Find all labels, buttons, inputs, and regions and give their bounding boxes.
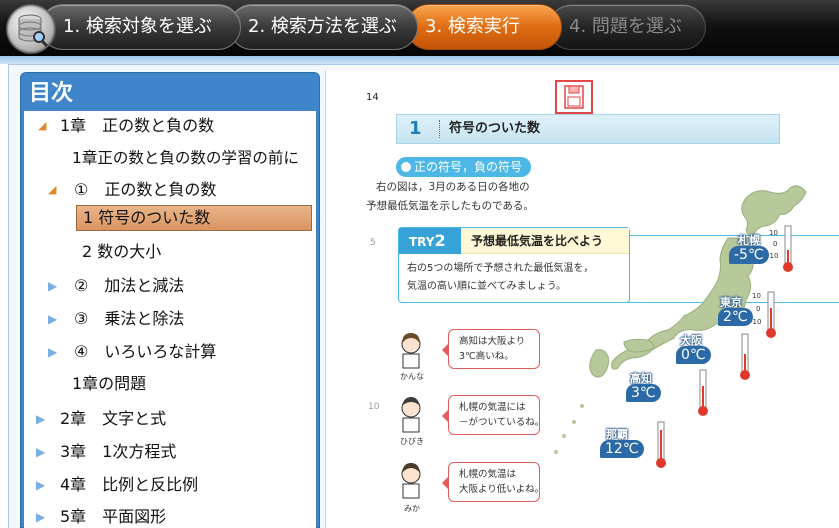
tick-label: 0: [756, 305, 761, 313]
step-3-execute-search[interactable]: 3. 検索実行: [406, 4, 562, 50]
toc-item-chapter-1-intro[interactable]: 1章正の数と負の数の学習の前に: [24, 143, 316, 173]
toc-title: 目次: [29, 81, 74, 106]
toc-item-section-2[interactable]: ▶ ② 加法と減法: [24, 271, 316, 301]
thermometer-sapporo: [783, 225, 793, 272]
toc-item-section-1[interactable]: ◢ ① 正の数と負の数: [24, 175, 316, 205]
save-page-icon[interactable]: [555, 80, 593, 114]
boy-hibiki-illustration: [401, 397, 421, 433]
toc-item-label: ④ いろいろな計算: [74, 342, 217, 361]
thermometer-kochi: [698, 369, 708, 416]
toc-item-section-4[interactable]: ▶ ④ いろいろな計算: [24, 337, 316, 367]
speech-line: －がついているね。: [459, 417, 545, 428]
collapsed-triangle-icon[interactable]: ▶: [48, 271, 57, 301]
app-window: 1. 検索対象を選ぶ 2. 検索方法を選ぶ 3. 検索実行 4. 問題を選ぶ 目…: [0, 0, 839, 528]
city-temp-sapporo: -5℃: [729, 246, 769, 264]
speech-line: 大阪より低いよね。: [459, 484, 545, 495]
intro-line-2: 予想最低気温を示したものである。: [366, 200, 534, 212]
city-temp-kochi: 3℃: [626, 384, 661, 402]
thermometer-osaka: [740, 333, 750, 380]
page-number: 14: [366, 92, 379, 103]
topic-pill: 正の符号，負の符号: [396, 157, 531, 177]
try-badge-number: 2: [434, 231, 446, 250]
toc-item-label: ② 加法と減法: [74, 276, 185, 295]
expanded-triangle-icon[interactable]: ◢: [48, 175, 56, 205]
toc-item-label: ① 正の数と負の数: [74, 180, 217, 199]
collapsed-triangle-icon[interactable]: ▶: [36, 437, 45, 467]
toc-panel: 目次 ◢ 1章 正の数と負の数 1章正の数と負の数の学習の前に ◢ ① 正の数と…: [20, 72, 320, 528]
speech-bubble-kanna: 高知は大阪より 3℃高いね。: [442, 329, 540, 369]
city-temp-naha: 12℃: [600, 440, 644, 458]
thermometer-naha: [656, 421, 666, 468]
line-mark-10: 10: [368, 402, 380, 412]
toc-item-chapter-2[interactable]: ▶ 2章 文字と式: [24, 404, 316, 434]
toc-item-number-magnitude[interactable]: 2 数の大小: [24, 237, 316, 267]
speech-bubble-mika: 札幌の気温は 大阪より低いよね。: [442, 462, 545, 502]
step-4-select-question: 4. 問題を選ぶ: [548, 4, 706, 50]
toc-item-signed-numbers-selected[interactable]: 1 符号のついた数: [76, 205, 312, 231]
toc-item-label: 2 数の大小: [82, 242, 162, 261]
header-divider: [0, 56, 839, 64]
database-search-icon[interactable]: [6, 4, 56, 54]
tick-label: -10: [767, 252, 779, 260]
section-title: 符号のついた数: [449, 121, 541, 136]
toc-item-label: ③ 乗法と除法: [74, 309, 185, 328]
toc-item-chapter-3[interactable]: ▶ 3章 1次方程式: [24, 437, 316, 467]
toc-item-label: 1章 正の数と負の数: [60, 116, 215, 135]
expanded-triangle-icon[interactable]: ◢: [38, 111, 46, 141]
speaker-name-mika: みか: [404, 504, 420, 513]
textbook-page-view: 14 1 符号のついた数 正の符号，負の符号 右の図は，3月のある日の各地の 予…: [325, 70, 839, 528]
toc-item-label: 1 符号のついた数: [83, 208, 211, 227]
boy-mika-illustration: [401, 463, 421, 499]
toc-item-chapter-1-problems[interactable]: 1章の問題: [24, 369, 316, 399]
tick-label: 10: [769, 229, 778, 237]
toc-tree: ◢ 1章 正の数と負の数 1章正の数と負の数の学習の前に ◢ ① 正の数と負の数…: [24, 111, 316, 528]
speaker-name-kanna: かんな: [400, 372, 424, 381]
speech-line: 3℃高いね。: [459, 351, 514, 362]
city-temp-osaka: 0℃: [676, 346, 711, 364]
toc-item-label: 4章 比例と反比例: [60, 475, 199, 494]
speech-bubble-hibiki: 札幌の気温には －がついているね。: [442, 395, 545, 435]
collapsed-triangle-icon[interactable]: ▶: [36, 470, 45, 500]
step-1-select-target[interactable]: 1. 検索対象を選ぶ: [40, 4, 241, 50]
collapsed-triangle-icon[interactable]: ▶: [48, 304, 57, 334]
section-heading: 1 符号のついた数: [396, 114, 780, 144]
section-divider: [439, 120, 440, 138]
intro-line-1: 右の図は，3月のある日の各地の: [376, 181, 530, 193]
toc-item-chapter-4[interactable]: ▶ 4章 比例と反比例: [24, 470, 316, 500]
toc-item-label: 5章 平面図形: [60, 507, 167, 526]
speech-line: 札幌の気温には: [459, 402, 526, 413]
toc-item-label: 3章 1次方程式: [60, 442, 177, 461]
city-temp-tokyo: 2℃: [718, 308, 753, 326]
section-number: 1: [409, 118, 422, 139]
toc-item-chapter-1[interactable]: ◢ 1章 正の数と負の数: [24, 111, 316, 141]
girl-kanna-illustration: [401, 333, 421, 369]
toc-item-section-3[interactable]: ▶ ③ 乗法と除法: [24, 304, 316, 334]
speech-line: 高知は大阪より: [459, 336, 526, 347]
thermometer-tokyo: [766, 291, 776, 338]
step-navigation-bar: 1. 検索対象を選ぶ 2. 検索方法を選ぶ 3. 検索実行 4. 問題を選ぶ: [0, 0, 839, 56]
collapsed-triangle-icon[interactable]: ▶: [36, 502, 45, 528]
tick-label: 10: [752, 292, 761, 300]
collapsed-triangle-icon[interactable]: ▶: [48, 337, 57, 367]
toc-item-label: 1章の問題: [72, 374, 147, 393]
tick-label: 0: [773, 240, 778, 248]
speaker-name-hibiki: ひびき: [400, 437, 424, 446]
line-mark-5: 5: [370, 238, 376, 248]
step-2-select-method[interactable]: 2. 検索方法を選ぶ: [229, 4, 418, 50]
speech-line: 札幌の気温は: [459, 469, 517, 480]
toc-item-label: 2章 文字と式: [60, 409, 167, 428]
toc-item-label: 1章正の数と負の数の学習の前に: [72, 149, 299, 167]
collapsed-triangle-icon[interactable]: ▶: [36, 404, 45, 434]
toc-item-chapter-5[interactable]: ▶ 5章 平面図形: [24, 502, 316, 528]
try-badge-label: TRY: [409, 235, 435, 249]
try-badge: TRY2: [399, 228, 461, 254]
